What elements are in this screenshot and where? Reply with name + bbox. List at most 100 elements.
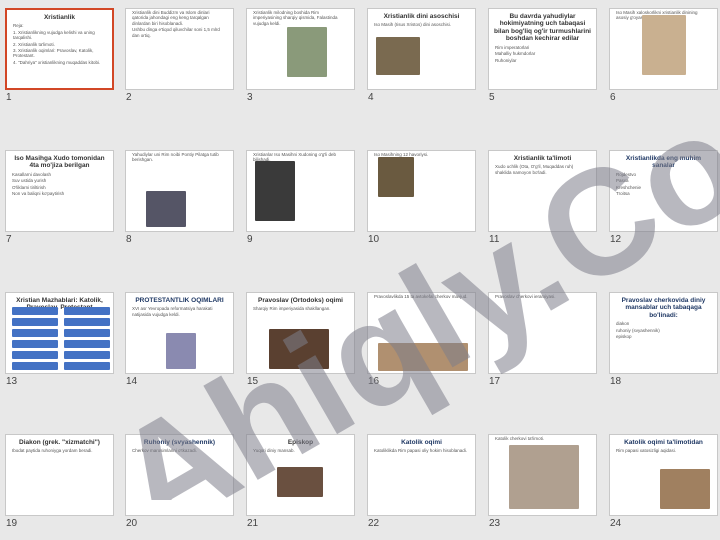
slide-bullet: Xristianlik dini Buddizm va Islom dinlar… (132, 10, 210, 26)
slide-thumbnail-6[interactable]: Iso Masih xaloskorlikni xristianlik dini… (604, 4, 718, 106)
slide-title: Bu davrda yahudiylar hokimiyatning uch t… (494, 13, 591, 43)
slide-preview[interactable]: Xristianlar Iso Masihni Xudoning o'g'li … (246, 150, 355, 232)
diagram-box (64, 329, 110, 337)
slide-bullet: Cherkov marosimlarini o'tkazadi. (132, 448, 197, 454)
slide-preview[interactable]: Diakon (grek. "xizmatchi") Ibodat paytida… (5, 434, 114, 516)
slide-number: 18 (610, 376, 622, 387)
slide-number: 23 (489, 518, 501, 529)
slide-preview[interactable]: Ruhoniy (svyashennik) Cherkov marosimlari… (125, 434, 234, 516)
slide-preview[interactable]: Pravoslav cherkovi ierarxiyasi. (488, 292, 597, 374)
slide-bullet: diakon (616, 321, 630, 327)
slide-number: 4 (368, 92, 374, 103)
slide-preview[interactable]: Episkop Yuqori diniy mansab. (246, 434, 355, 516)
slide-thumbnail-5[interactable]: Bu davrda yahudiylar hokimiyatning uch t… (483, 4, 597, 106)
slide-preview[interactable]: Pravoslav cherkovida diniy mansablar uch… (609, 292, 718, 374)
slide-number: 2 (126, 92, 132, 103)
slide-thumbnail-3[interactable]: Xristianlik milodning boshida Rim imperi… (241, 4, 355, 106)
slide-title: Diakon (grek. "xizmatchi") (19, 439, 100, 446)
slide-title: Pravoslav (Ortodoks) oqimi (258, 297, 343, 304)
slide-bullet: Yuqori diniy mansab. (253, 448, 295, 454)
slide-preview[interactable]: Pravoslavlikda 15 ta avtokefal cherkov m… (367, 292, 476, 374)
slide-thumbnail-8[interactable]: Yahudiylar uni Rim noibi Pontiy Pilatga … (120, 146, 234, 248)
slide-bullet: Sharqiy Rim imperiyasida shakllangan. (253, 306, 331, 312)
slide-preview[interactable]: Yahudiylar uni Rim noibi Pontiy Pilatga … (125, 150, 234, 232)
slide-title: Episkop (287, 439, 314, 446)
slide-number: 19 (6, 518, 18, 529)
slide-thumbnail-15[interactable]: Pravoslav (Ortodoks) oqimi Sharqiy Rim im… (241, 288, 355, 390)
slide-bullet: Xudo uchlik (Ota, O'g'il, Muqaddas ruh) … (495, 164, 574, 175)
slide-thumbnail-21[interactable]: Episkop Yuqori diniy mansab. 21 (241, 430, 355, 532)
diagram-box (12, 318, 58, 326)
slide-thumbnail-17[interactable]: Pravoslav cherkovi ierarxiyasi. 17 (483, 288, 597, 390)
slide-preview[interactable]: Iso Masihga Xudo tomonidan 4ta mo'jiza b… (5, 150, 114, 232)
slide-image (376, 37, 420, 75)
slide-thumbnail-1[interactable]: Xristianlik Reja: 1. Xristianlikning vujud… (0, 4, 114, 106)
slide-bullet: Rojdestvo (616, 171, 637, 177)
slide-bullet: 3. Xristianlik oqimlari: Pravoslav, Kato… (13, 48, 94, 59)
slide-thumbnail-23[interactable]: Katolik cherkovi ta'limoti. 23 (483, 430, 597, 532)
slide-bullet: Rim imperatorlari (495, 44, 530, 50)
slide-thumbnail-19[interactable]: Diakon (grek. "xizmatchi") Ibodat paytida… (0, 430, 114, 532)
slide-thumbnail-13[interactable]: Xristian Mazhablari: Katolik, Pravoslav,… (0, 288, 114, 390)
slide-preview[interactable]: PROTESTANTLIK OQIMLARI XVI asr Yevropada … (125, 292, 234, 374)
slide-preview[interactable]: Bu davrda yahudiylar hokimiyatning uch t… (488, 8, 597, 90)
slide-thumbnail-12[interactable]: Xristianlikda eng muhim sanalar Rojdestvo… (604, 146, 718, 248)
slide-preview[interactable]: Xristianlik Reja: 1. Xristianlikning vujud… (5, 8, 114, 90)
slide-bullet: 1. Xristianlikning vujudga kelishi va un… (13, 29, 95, 41)
slide-preview[interactable]: Xristianlikda eng muhim sanalar Rojdestvo… (609, 150, 718, 232)
slide-preview[interactable]: Xristian Mazhablari: Katolik, Pravoslav,… (5, 292, 114, 374)
slide-preview[interactable]: Xristianlik milodning boshida Rim imperi… (246, 8, 355, 90)
slide-thumbnail-10[interactable]: Iso Masihning 12 havoriysi. 10 (362, 146, 476, 248)
slide-bullet: ruhoniy (svyashennik) (616, 327, 660, 333)
slide-bullet: Non va baliqni ko'paytirish (12, 191, 65, 197)
slide-thumbnail-14[interactable]: PROTESTANTLIK OQIMLARI XVI asr Yevropada … (120, 288, 234, 390)
slide-thumbnail-11[interactable]: Xristianlik ta'limoti Xudo uchlik (Ota, O… (483, 146, 597, 248)
slide-bullet: Troitsa (616, 191, 630, 197)
slide-thumbnail-24[interactable]: Katolik oqimi ta'limotidan Rim papasi xat… (604, 430, 718, 532)
slide-thumbnail-9[interactable]: Xristianlar Iso Masihni Xudoning o'g'li … (241, 146, 355, 248)
slide-preview[interactable]: Pravoslav (Ortodoks) oqimi Sharqiy Rim im… (246, 292, 355, 374)
slide-preview[interactable]: Iso Masih xaloskorlikni xristianlik dini… (609, 8, 718, 90)
slide-preview[interactable]: Katolik oqimi Katoliklikda Rim papasi oli… (367, 434, 476, 516)
slide-thumbnail-20[interactable]: Ruhoniy (svyashennik) Cherkov marosimlari… (120, 430, 234, 532)
slide-preview[interactable]: Xristianlik dini asoschisi Iso Masih (Iis… (367, 8, 476, 90)
slide-number: 17 (489, 376, 501, 387)
slide-bullet: 2. Xristianlik ta'limoti. (13, 41, 55, 47)
slide-number: 3 (247, 92, 253, 103)
slide-bullet: Kasallarni davolash (12, 171, 52, 177)
slide-preview[interactable]: Katolik oqimi ta'limotidan Rim papasi xat… (609, 434, 718, 516)
slide-title: Ruhoniy (svyashennik) (143, 439, 216, 446)
slide-preview[interactable]: Xristianlik dini Buddizm va Islom dinlar… (125, 8, 234, 90)
slide-preview[interactable]: Xristianlik ta'limoti Xudo uchlik (Ota, O… (488, 150, 597, 232)
slide-bullet: Ibodat paytida ruhoniyga yordam beradi. (12, 448, 93, 454)
diagram-box (64, 340, 110, 348)
slide-thumbnail-16[interactable]: Pravoslavlikda 15 ta avtokefal cherkov m… (362, 288, 476, 390)
slide-title: PROTESTANTLIK OQIMLARI (135, 297, 224, 304)
slide-thumbnail-22[interactable]: Katolik oqimi Katoliklikda Rim papasi oli… (362, 430, 476, 532)
slide-preview[interactable]: Katolik cherkovi ta'limoti. (488, 434, 597, 516)
slide-image (166, 333, 196, 369)
slide-number: 21 (247, 518, 259, 529)
diagram-box (64, 362, 110, 370)
slide-bullet: Katoliklikda Rim papasi oliy hokim hisob… (374, 448, 468, 454)
slide-number: 12 (610, 234, 622, 245)
slide-preview[interactable]: Iso Masihning 12 havoriysi. (367, 150, 476, 232)
slide-number: 20 (126, 518, 138, 529)
slide-thumbnail-2[interactable]: Xristianlik dini Buddizm va Islom dinlar… (120, 4, 234, 106)
diagram-box (64, 351, 110, 359)
slide-title: Katolik oqimi (401, 439, 442, 446)
slide-number: 15 (247, 376, 259, 387)
slide-thumbnail-4[interactable]: Xristianlik dini asoschisi Iso Masih (Iis… (362, 4, 476, 106)
slide-title: Iso Masihga Xudo tomonidan 4ta mo'jiza b… (14, 155, 105, 170)
slide-image (277, 467, 323, 497)
slide-thumbnail-7[interactable]: Iso Masihga Xudo tomonidan 4ta mo'jiza b… (0, 146, 114, 248)
slide-number: 10 (368, 234, 380, 245)
slide-thumbnail-18[interactable]: Pravoslav cherkovida diniy mansablar uch… (604, 288, 718, 390)
slide-image (660, 469, 710, 509)
slide-bullet: Mahalliy hukmdorlar (495, 51, 536, 57)
slide-bullet: Pravoslavlikda 15 ta avtokefal cherkov m… (374, 294, 468, 299)
slide-bullet: O'liklarni tiriltirish (12, 184, 46, 190)
slide-image (378, 157, 414, 197)
diagram-box (12, 307, 58, 315)
slide-image (255, 161, 295, 221)
